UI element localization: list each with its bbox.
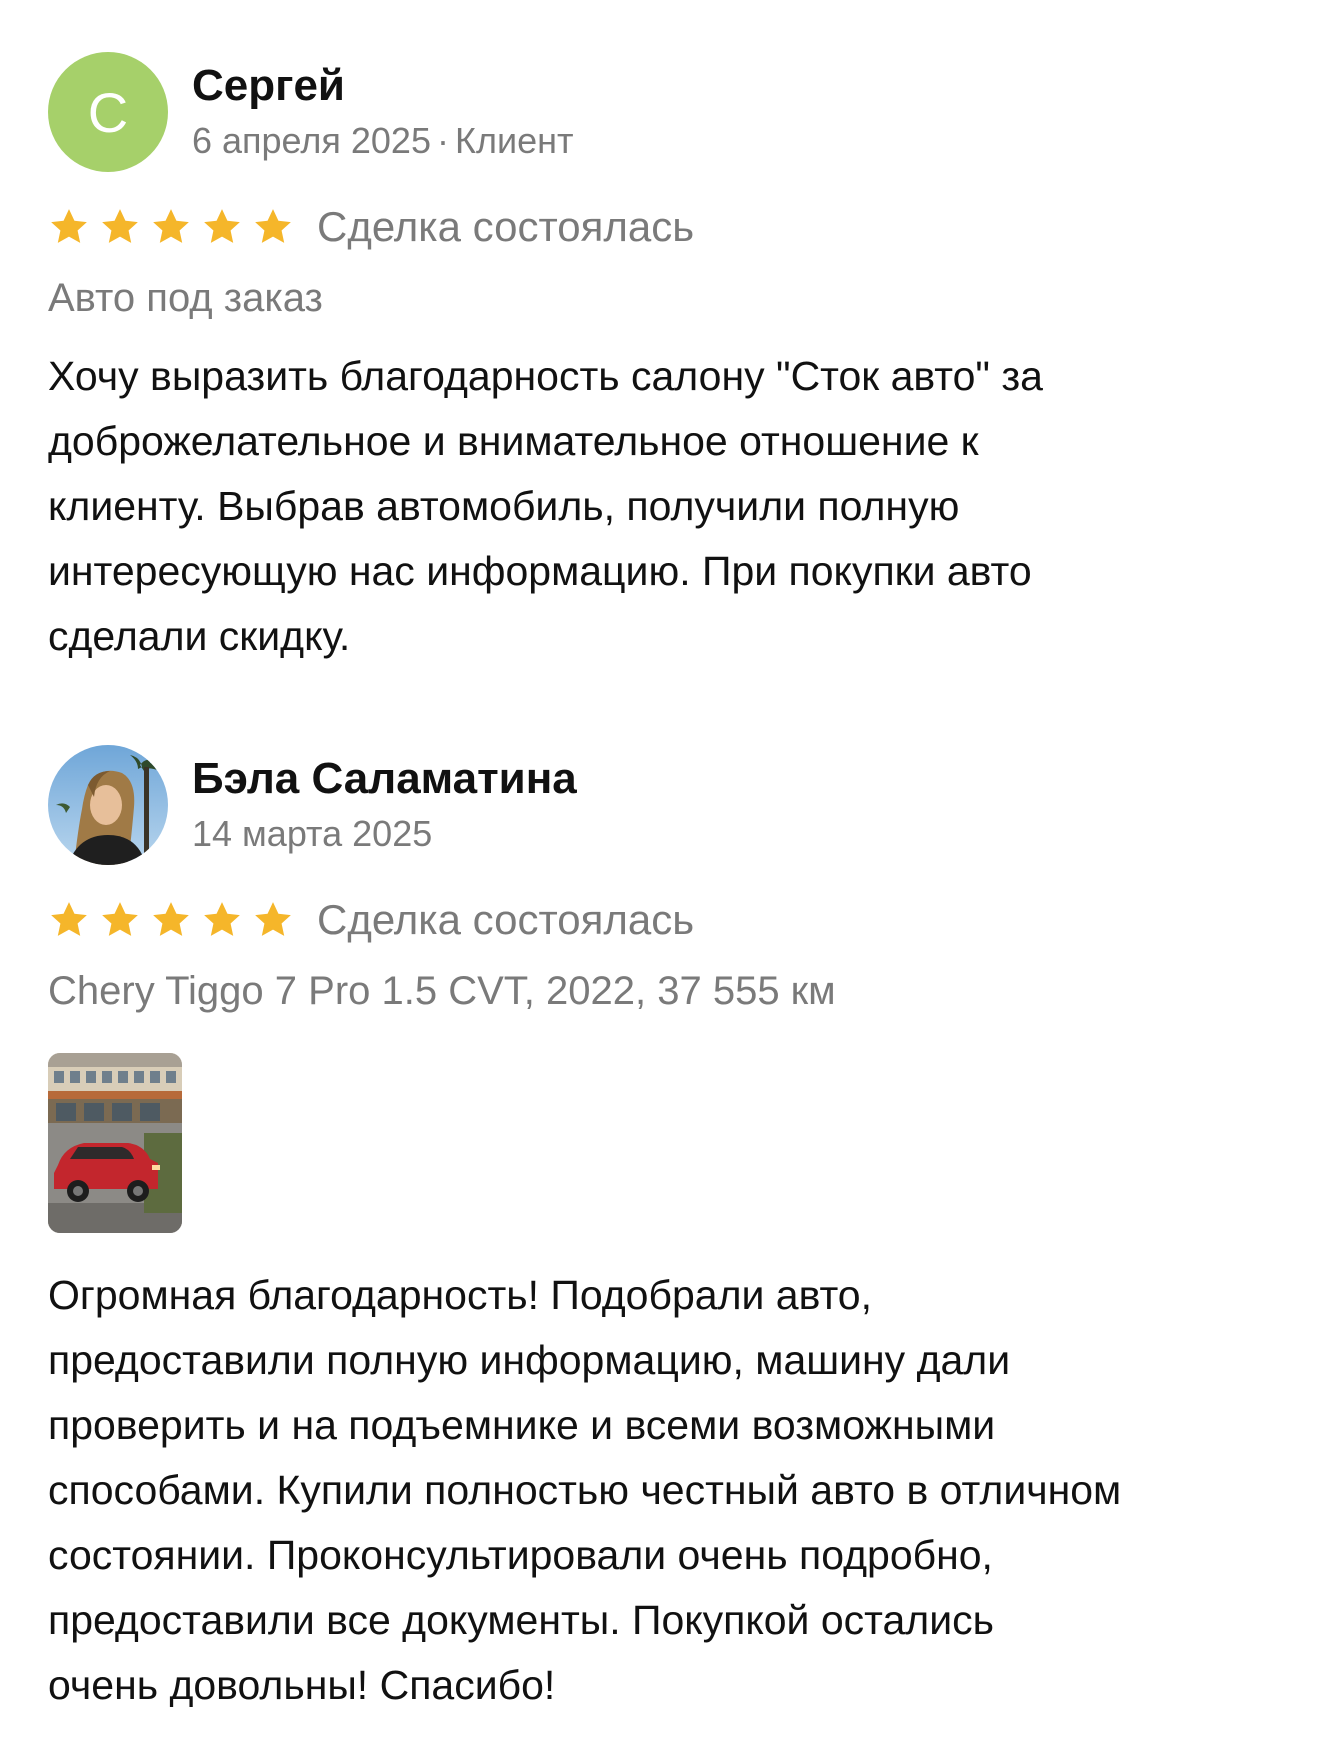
red-car-photo-icon (48, 1053, 182, 1233)
review-subject: Chery Tiggo 7 Pro 1.5 CVT, 2022, 37 555 … (48, 969, 836, 1013)
review-card: Бэла Саламатина 14 марта 2025 Сделка сос… (48, 745, 1278, 1718)
avatar-letter: С (87, 80, 129, 144)
review-date: 14 марта 2025 (192, 812, 433, 854)
review-text: Хочу выразить благодарность салону "Сток… (48, 353, 1043, 659)
meta-separator: · (436, 119, 449, 161)
star-icon (102, 902, 138, 936)
deal-status: Сделка состоялась (317, 896, 695, 943)
star-icon (51, 209, 87, 243)
review-header: С Сергей 6 апреля 2025 · Клиент (48, 52, 1278, 172)
review-meta: 6 апреля 2025 · Клиент (192, 119, 573, 162)
author-name[interactable]: Бэла Саламатина (192, 754, 577, 803)
review-subject: Авто под заказ (48, 276, 323, 320)
rating-row: Сделка состоялась (48, 895, 1278, 945)
star-icon (153, 209, 189, 243)
star-icon (153, 902, 189, 936)
review-meta: 14 марта 2025 (192, 812, 577, 855)
author-name[interactable]: Сергей (192, 61, 573, 110)
review-card: С Сергей 6 апреля 2025 · Клиент Сделка сос… (48, 52, 1278, 669)
review-text: Огромная благодарность! Подобрали авто, … (48, 1272, 1122, 1708)
star-rating (48, 899, 303, 941)
author-role: Клиент (454, 119, 574, 161)
star-icon (255, 902, 291, 936)
star-icon (204, 209, 240, 243)
star-icon (204, 902, 240, 936)
author-block: Сергей 6 апреля 2025 · Клиент (192, 61, 573, 162)
avatar[interactable] (48, 745, 168, 865)
star-icon (255, 209, 291, 243)
user-photo-icon (48, 745, 168, 865)
rating-row: Сделка состоялась (48, 202, 1278, 252)
review-date: 6 апреля 2025 (192, 119, 431, 161)
avatar[interactable]: С (48, 52, 168, 172)
star-rating (48, 206, 303, 248)
star-icon (51, 902, 87, 936)
review-header: Бэла Саламатина 14 марта 2025 (48, 745, 1278, 865)
deal-status: Сделка состоялась (317, 203, 695, 250)
review-photo[interactable] (48, 1053, 182, 1233)
author-block: Бэла Саламатина 14 марта 2025 (192, 754, 577, 855)
star-icon (102, 209, 138, 243)
